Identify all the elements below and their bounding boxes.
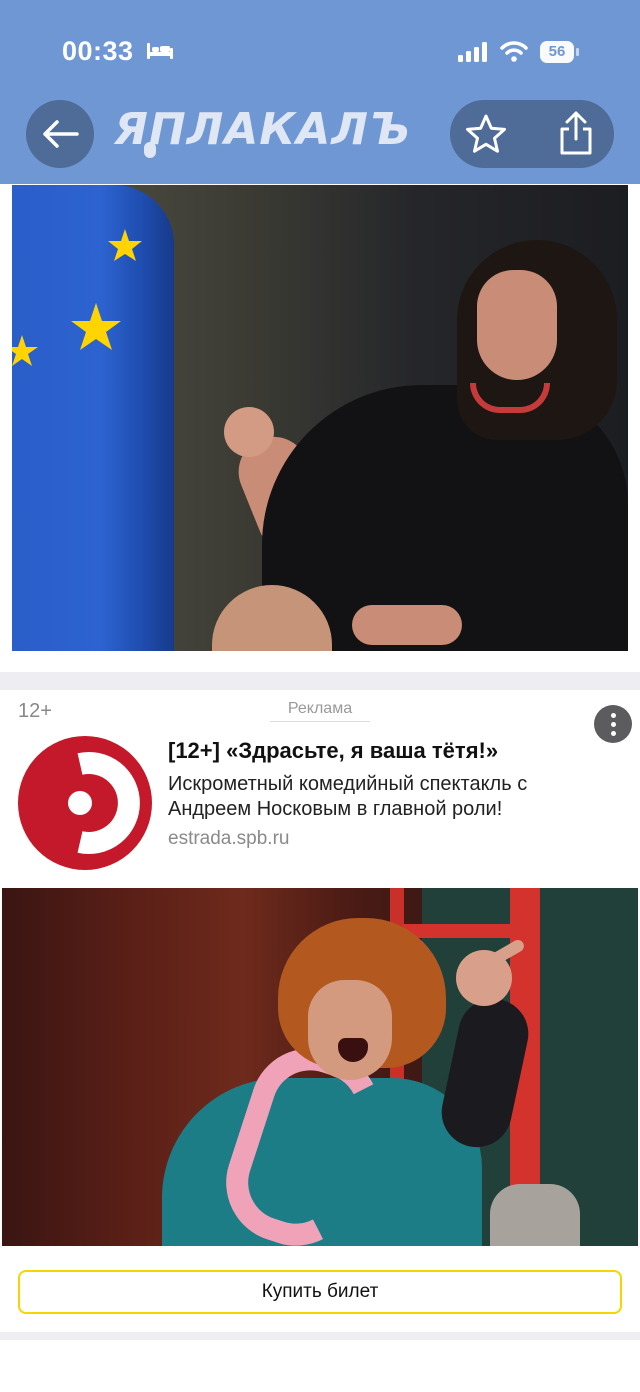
menu-dot	[610, 721, 616, 727]
ad-description[interactable]: Искрометный комедийный спектакль с Андре…	[168, 772, 608, 822]
favorite-button[interactable]	[464, 112, 508, 156]
ad-image[interactable]	[2, 888, 638, 1246]
status-bar: 00:33 56	[0, 0, 640, 100]
status-time: 00:33	[62, 36, 134, 66]
battery-indicator: 56	[540, 41, 580, 63]
share-icon	[560, 111, 592, 155]
star-icon	[466, 114, 506, 153]
ad-title[interactable]: [12+] «Здрасьте, я ваша тётя!»	[168, 738, 618, 764]
cellular-signal-icon	[458, 42, 487, 62]
ad-domain[interactable]: estrada.spb.ru	[168, 828, 289, 850]
wifi-icon	[500, 41, 528, 62]
section-divider-bottom	[0, 1332, 640, 1340]
battery-cap	[576, 48, 579, 56]
advertiser-logo-mark	[68, 752, 140, 854]
section-divider	[0, 672, 640, 690]
buy-ticket-button[interactable]: Купить билет	[18, 1270, 622, 1314]
stage-rock	[490, 1184, 580, 1246]
photo-hand	[224, 407, 274, 457]
arrow-left-icon	[43, 120, 79, 148]
logo-drop	[144, 142, 156, 158]
photo-person-face	[477, 270, 557, 380]
actor-face	[308, 980, 392, 1080]
site-logo[interactable]: ЯПЛАКАЛЪ	[114, 104, 411, 155]
more-vertical-icon	[610, 712, 616, 718]
eu-flag	[12, 185, 174, 651]
ad-label: Реклама	[270, 700, 370, 722]
app-header: 00:33 56 ЯПЛАКАЛЪ	[0, 0, 640, 184]
stage-frame-bar	[402, 924, 522, 938]
article-photo[interactable]	[12, 185, 628, 651]
menu-dot	[610, 730, 616, 736]
battery-level: 56	[548, 43, 566, 60]
back-button[interactable]	[26, 100, 94, 168]
bed-icon	[147, 43, 173, 59]
advertiser-logo[interactable]	[18, 736, 152, 870]
share-button[interactable]	[554, 110, 598, 156]
photo-hands	[352, 605, 462, 645]
age-rating: 12+	[18, 700, 52, 722]
eu-flag-stars	[12, 229, 142, 366]
header-actions	[450, 100, 614, 168]
